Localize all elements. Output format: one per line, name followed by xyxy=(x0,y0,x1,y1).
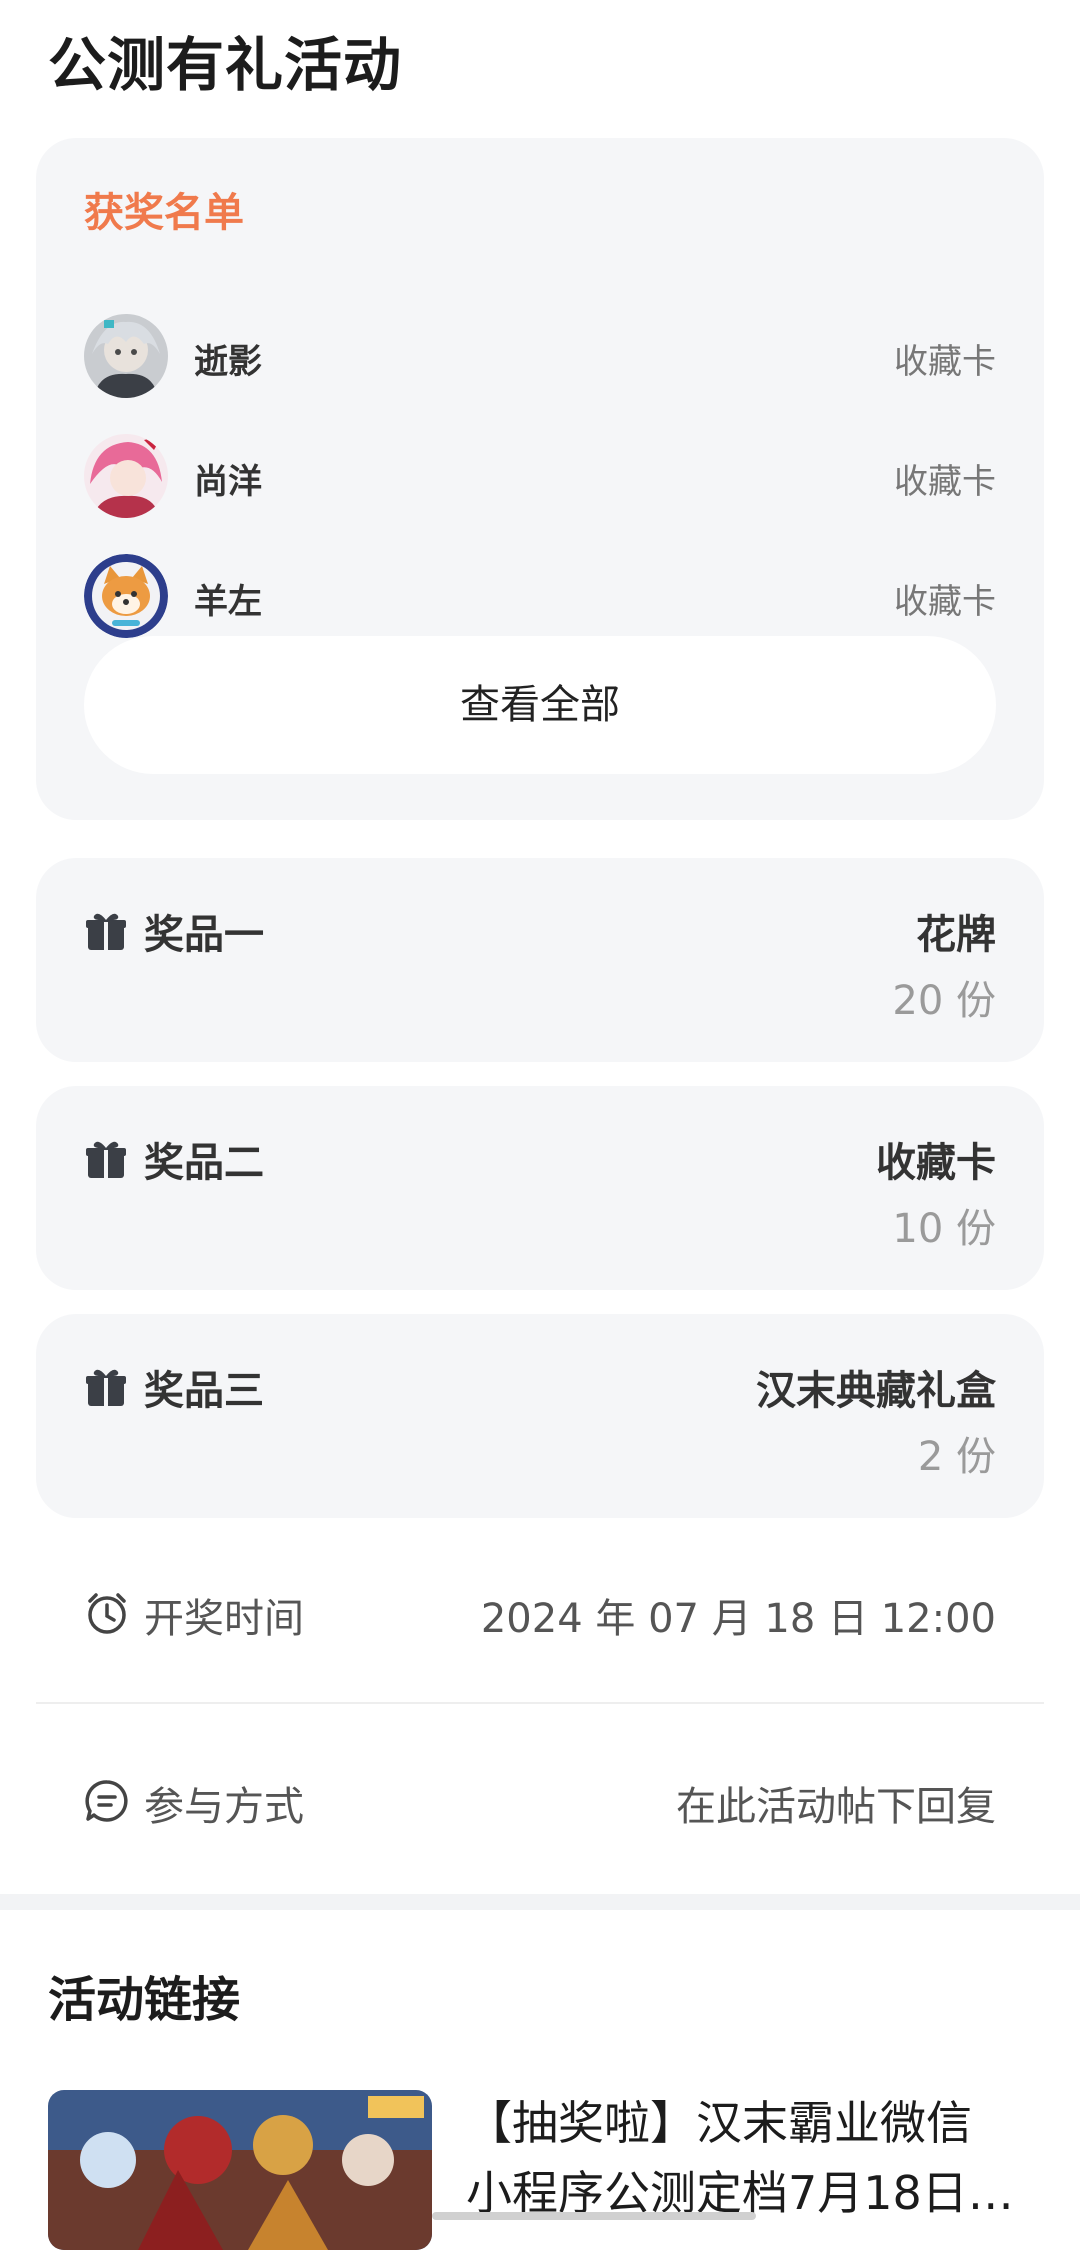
prize-card: 奖品一 花牌 20 份 xyxy=(36,858,1044,1062)
prize-card: 奖品二 收藏卡 10 份 xyxy=(36,1086,1044,1290)
winner-name: 尚洋 xyxy=(194,462,262,502)
participation-row: 参与方式 在此活动帖下回复 xyxy=(36,1748,1044,1848)
anime-girl-silver-hair-avatar[interactable] xyxy=(84,314,168,398)
activity-link-section-title: 活动链接 xyxy=(48,1972,241,2028)
shiba-dog-avatar[interactable] xyxy=(84,554,168,638)
winners-title: 获奖名单 xyxy=(84,190,244,236)
page-title: 公测有礼活动 xyxy=(48,31,403,99)
activity-link-thumbnail[interactable] xyxy=(48,2090,432,2250)
anime-girl-pink-hair-avatar[interactable] xyxy=(84,434,168,518)
prize-name: 汉末典藏礼盒 xyxy=(756,1368,996,1414)
prize-quantity: 2 份 xyxy=(917,1434,996,1480)
winner-prize: 收藏卡 xyxy=(894,582,996,622)
view-all-button[interactable]: 查看全部 xyxy=(84,636,996,774)
activity-link-title[interactable]: 【抽奖啦】汉末霸业微信 小程序公测定档7月18日… xyxy=(466,2088,1026,2228)
winner-name: 逝影 xyxy=(194,342,262,382)
scroll-indicator xyxy=(432,2212,756,2220)
prize-name: 收藏卡 xyxy=(876,1140,996,1186)
participation-value: 在此活动帖下回复 xyxy=(676,1784,996,1830)
draw-time-value: 2024 年 07 月 18 日 12:00 xyxy=(480,1596,996,1642)
chat-bubble-icon xyxy=(85,1780,128,1822)
winner-row[interactable]: 逝影 收藏卡 xyxy=(84,314,996,402)
winner-prize: 收藏卡 xyxy=(894,462,996,502)
winner-name: 羊左 xyxy=(194,582,262,622)
winner-prize: 收藏卡 xyxy=(894,342,996,382)
prize-quantity: 10 份 xyxy=(892,1206,996,1252)
gift-icon xyxy=(86,1369,126,1406)
draw-time-row: 开奖时间 2024 年 07 月 18 日 12:00 xyxy=(36,1560,1044,1660)
alarm-clock-icon xyxy=(88,1593,126,1634)
prize-name: 花牌 xyxy=(916,912,996,958)
winner-row[interactable]: 尚洋 收藏卡 xyxy=(84,434,996,522)
draw-time-label: 开奖时间 xyxy=(144,1596,304,1642)
participation-label: 参与方式 xyxy=(144,1784,304,1830)
section-separator xyxy=(0,1894,1080,1910)
winner-row[interactable]: 羊左 收藏卡 xyxy=(84,554,996,642)
gift-icon xyxy=(86,1141,126,1178)
divider xyxy=(36,1702,1044,1704)
prize-card: 奖品三 汉末典藏礼盒 2 份 xyxy=(36,1314,1044,1518)
prize-label: 奖品二 xyxy=(144,1140,264,1186)
activity-link-title-line1: 【抽奖啦】汉末霸业微信 xyxy=(466,2096,972,2150)
prize-label: 奖品一 xyxy=(144,912,264,958)
gift-icon xyxy=(86,913,126,950)
winners-card: 获奖名单 逝影 收藏卡 尚洋 收藏卡 羊左 收藏卡 查看全部 xyxy=(36,138,1044,820)
prize-label: 奖品三 xyxy=(144,1368,264,1414)
prize-quantity: 20 份 xyxy=(892,978,996,1024)
